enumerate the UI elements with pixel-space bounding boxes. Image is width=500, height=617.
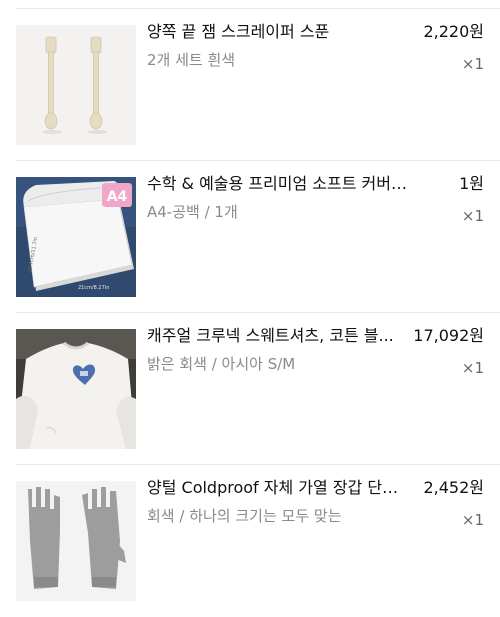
notebook-image: A4 29.7cm/11.7in 21cm/8.27in bbox=[16, 177, 136, 297]
item-price: 1원 bbox=[459, 174, 484, 193]
item-title[interactable]: 양털 Coldproof 자체 가열 장갑 단색... bbox=[147, 477, 412, 499]
order-item-gloves[interactable]: 양털 Coldproof 자체 가열 장갑 단색... 2,452원 회색 / … bbox=[0, 465, 500, 617]
item-title[interactable]: 수학 & 예술용 프리미엄 소프트 커버 노트 ... bbox=[147, 173, 412, 195]
order-item-spoon[interactable]: 양쪽 끝 잼 스크레이퍼 스푼 2,220원 2개 세트 흰색 ×1 bbox=[0, 9, 500, 161]
item-price: 17,092원 bbox=[413, 326, 484, 345]
item-price: 2,452원 bbox=[423, 478, 484, 497]
notebook-badge: A4 bbox=[107, 189, 128, 205]
gloves-image bbox=[16, 481, 136, 601]
item-price: 2,220원 bbox=[423, 22, 484, 41]
item-variant[interactable]: 밝은 회색 / 아시아 S/M bbox=[147, 353, 295, 375]
item-title[interactable]: 양쪽 끝 잼 스크레이퍼 스푼 bbox=[147, 21, 412, 43]
item-variant[interactable]: A4-공백 / 1개 bbox=[147, 201, 238, 223]
item-variant[interactable]: 회색 / 하나의 크기는 모두 맞는 bbox=[147, 505, 342, 527]
item-quantity: ×1 bbox=[461, 55, 484, 73]
notebook-dimension-2: 21cm/8.27in bbox=[78, 285, 109, 291]
item-quantity: ×1 bbox=[461, 207, 484, 225]
item-quantity: ×1 bbox=[461, 511, 484, 529]
order-item-list: 양쪽 끝 잼 스크레이퍼 스푼 2,220원 2개 세트 흰색 ×1 A4 29… bbox=[0, 0, 500, 607]
item-quantity: ×1 bbox=[461, 359, 484, 377]
spoon-scraper-image bbox=[16, 25, 136, 145]
item-variant[interactable]: 2개 세트 흰색 bbox=[147, 49, 235, 71]
order-item-notebook[interactable]: A4 29.7cm/11.7in 21cm/8.27in 수학 & 예술용 프리… bbox=[0, 161, 500, 313]
order-item-sweatshirt[interactable]: 캐주얼 크루넥 스웨트셔츠, 코튼 블... 17,092원 밝은 회색 / 아… bbox=[0, 313, 500, 465]
item-title[interactable]: 캐주얼 크루넥 스웨트셔츠, 코튼 블... bbox=[147, 325, 412, 347]
sweatshirt-image bbox=[16, 329, 136, 449]
